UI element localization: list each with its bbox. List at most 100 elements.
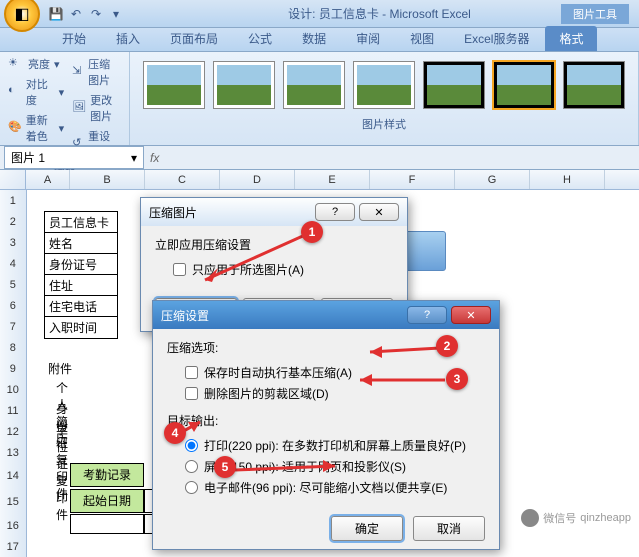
col-header[interactable]: G	[455, 170, 530, 189]
row-header[interactable]: 16	[0, 515, 26, 536]
tab-formulas[interactable]: 公式	[234, 26, 286, 51]
cell[interactable]: 入职时间	[44, 316, 118, 339]
col-header[interactable]: C	[145, 170, 220, 189]
tab-view[interactable]: 视图	[396, 26, 448, 51]
style-thumb[interactable]	[284, 62, 344, 108]
group-picture-styles: 图片样式	[130, 52, 639, 145]
name-box-value: 图片 1	[11, 149, 45, 166]
row-header[interactable]: 4	[0, 253, 26, 274]
row-header[interactable]: 5	[0, 274, 26, 295]
delete-crop-checkbox[interactable]	[185, 387, 198, 400]
tab-insert[interactable]: 插入	[102, 26, 154, 51]
office-button[interactable]: ◧	[4, 0, 40, 32]
cell[interactable]: 身份证号	[44, 253, 118, 276]
qat-dropdown-icon[interactable]: ▾	[108, 6, 124, 22]
apply-selected-checkbox[interactable]	[173, 263, 186, 276]
row-header[interactable]: 12	[0, 421, 26, 442]
redo-icon[interactable]: ↷	[88, 6, 104, 22]
email-option-row[interactable]: 电子邮件(96 ppi): 尽可能缩小文档以便共享(E)	[167, 477, 485, 498]
row-header[interactable]: 14	[0, 463, 26, 489]
tab-data[interactable]: 数据	[288, 26, 340, 51]
annotation-arrow	[350, 372, 450, 387]
save-icon[interactable]: 💾	[48, 6, 64, 22]
chevron-down-icon[interactable]: ▾	[131, 151, 137, 165]
close-button[interactable]: ✕	[359, 203, 399, 221]
formula-bar[interactable]: fx	[144, 149, 639, 167]
style-thumb-selected[interactable]	[494, 62, 554, 108]
style-thumb[interactable]	[424, 62, 484, 108]
help-icon: ?	[332, 206, 338, 218]
row-header[interactable]: 3	[0, 232, 26, 253]
context-tab-label: 图片工具	[561, 4, 629, 24]
compress-icon: ⇲	[72, 64, 84, 80]
tab-excel-server[interactable]: Excel服务器	[450, 26, 543, 51]
cell[interactable]: 住址	[44, 274, 118, 297]
help-icon: ?	[424, 309, 430, 321]
ribbon: ☀亮度 ▾ ◐对比度 ▾ 🎨重新着色 ▾ ⇲压缩图片 🖼更改图片 ↺重设图片 调…	[0, 52, 639, 146]
change-picture-button[interactable]: 🖼更改图片	[72, 92, 121, 124]
annotation-marker: 5	[214, 456, 236, 478]
change-icon: 🖼	[72, 100, 86, 116]
style-thumb[interactable]	[214, 62, 274, 108]
print-label: 打印(220 ppi): 在多数打印机和屏幕上质量良好(P)	[204, 437, 466, 454]
row-header[interactable]: 6	[0, 295, 26, 316]
cell[interactable]: 附件	[44, 358, 118, 379]
cell[interactable]: 起始日期	[70, 489, 144, 513]
auto-compress-checkbox[interactable]	[185, 366, 198, 379]
tab-page-layout[interactable]: 页面布局	[156, 26, 232, 51]
contrast-button[interactable]: ◐对比度 ▾	[8, 76, 64, 108]
email-radio[interactable]	[185, 481, 198, 494]
wechat-label: 微信号	[543, 510, 576, 526]
row-header[interactable]: 11	[0, 400, 26, 421]
row-header[interactable]: 8	[0, 337, 26, 358]
cell[interactable]	[70, 514, 144, 534]
row-header[interactable]: 10	[0, 379, 26, 400]
dialog-titlebar[interactable]: 压缩设置 ? ✕	[153, 301, 499, 329]
row-header[interactable]: 9	[0, 358, 26, 379]
help-button[interactable]: ?	[315, 203, 355, 221]
name-box[interactable]: 图片 1 ▾	[4, 146, 144, 169]
row-header[interactable]: 13	[0, 442, 26, 463]
tab-review[interactable]: 审阅	[342, 26, 394, 51]
col-header[interactable]: B	[70, 170, 145, 189]
cell[interactable]: 住宅电话	[44, 295, 118, 318]
dialog-titlebar[interactable]: 压缩图片 ? ✕	[141, 198, 407, 226]
recolor-button[interactable]: 🎨重新着色 ▾	[8, 112, 64, 144]
ok-button[interactable]: 确定	[331, 516, 403, 541]
cell[interactable]: 考勤记录	[70, 463, 144, 487]
wechat-id: qinzheapp	[580, 512, 631, 524]
annotation-arrow	[230, 460, 350, 480]
close-button[interactable]: ✕	[451, 306, 491, 324]
help-button[interactable]: ?	[407, 306, 447, 324]
cancel-button[interactable]: 取消	[413, 516, 485, 541]
row-header[interactable]: 1	[0, 190, 26, 211]
tab-format[interactable]: 格式	[545, 26, 597, 51]
style-thumb[interactable]	[354, 62, 414, 108]
row-header[interactable]: 7	[0, 316, 26, 337]
cell[interactable]: 学位证复印件	[56, 421, 68, 523]
cell[interactable]: 姓名	[44, 232, 118, 255]
row-header[interactable]: 2	[0, 211, 26, 232]
style-thumb[interactable]	[144, 62, 204, 108]
print-option-row[interactable]: 打印(220 ppi): 在多数打印机和屏幕上质量良好(P)	[167, 435, 485, 456]
brightness-button[interactable]: ☀亮度 ▾	[8, 56, 64, 72]
col-header[interactable]: E	[295, 170, 370, 189]
col-header[interactable]: D	[220, 170, 295, 189]
email-label: 电子邮件(96 ppi): 尽可能缩小文档以便共享(E)	[204, 479, 447, 496]
undo-icon[interactable]: ↶	[68, 6, 84, 22]
col-header[interactable]: F	[370, 170, 455, 189]
col-header[interactable]: A	[26, 170, 70, 189]
screen-radio[interactable]	[185, 460, 198, 473]
row-header[interactable]: 17	[0, 536, 26, 557]
ribbon-tabs: 开始 插入 页面布局 公式 数据 审阅 视图 Excel服务器 格式	[0, 28, 639, 52]
select-all-corner[interactable]	[0, 170, 26, 190]
row-header[interactable]: 15	[0, 489, 26, 515]
cell[interactable]: 员工信息卡	[44, 211, 118, 234]
style-thumb[interactable]	[564, 62, 624, 108]
compress-button[interactable]: ⇲压缩图片	[72, 56, 121, 88]
delete-crop-label: 删除图片的剪裁区域(D)	[204, 385, 329, 402]
tab-home[interactable]: 开始	[48, 26, 100, 51]
print-radio[interactable]	[185, 439, 198, 452]
col-header[interactable]: H	[530, 170, 605, 189]
contrast-icon: ◐	[8, 84, 22, 100]
